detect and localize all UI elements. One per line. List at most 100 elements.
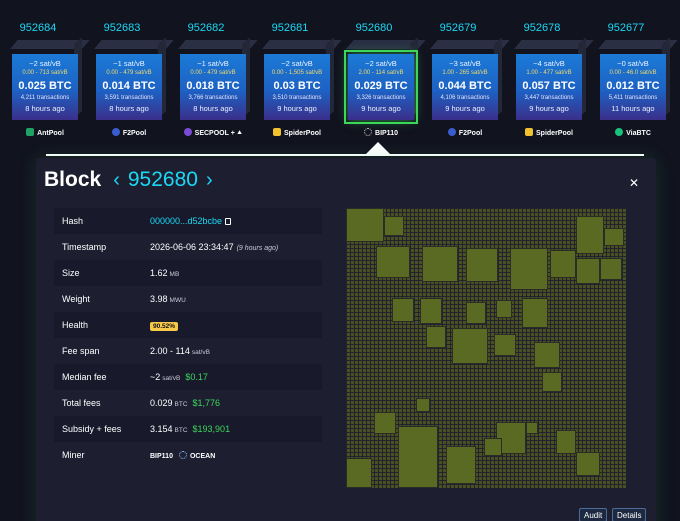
block-pool[interactable]: ViaBTC bbox=[590, 128, 676, 137]
pool-name: AntPool bbox=[37, 130, 64, 137]
block-median-fee: ~4 sat/vB bbox=[533, 59, 565, 68]
tx-tile[interactable] bbox=[576, 216, 604, 254]
block-tx-count: 5,411 transactions bbox=[608, 95, 658, 101]
block-pool[interactable]: F2Pool bbox=[422, 128, 508, 137]
block-height[interactable]: 952680 bbox=[338, 22, 410, 34]
tx-tile[interactable] bbox=[556, 430, 576, 454]
median-fee-value: ~2 bbox=[150, 372, 161, 382]
miner-pool[interactable]: OCEAN bbox=[190, 453, 215, 460]
block-median-fee: ~1 sat/vB bbox=[197, 59, 229, 68]
tx-tile[interactable] bbox=[510, 248, 548, 290]
fee-span-unit: sat/vB bbox=[191, 349, 210, 356]
block-height[interactable]: 952677 bbox=[590, 22, 662, 34]
tx-tile[interactable] bbox=[484, 438, 502, 456]
tx-tile[interactable] bbox=[576, 258, 600, 284]
copy-icon[interactable] bbox=[225, 218, 232, 225]
tx-tile[interactable] bbox=[526, 422, 538, 434]
tx-tile[interactable] bbox=[534, 342, 560, 368]
block-pool[interactable]: AntPool bbox=[2, 128, 88, 137]
pool-name: F2Pool bbox=[122, 130, 147, 137]
block-info-table: Hash 000000...d52bcbe Timestamp 2026-06-… bbox=[54, 208, 322, 468]
tx-tile[interactable] bbox=[384, 216, 404, 236]
block-time-ago: 9 hours ago bbox=[445, 104, 485, 113]
block-fee-range: 2.00 - 114 sat/vB bbox=[358, 70, 404, 76]
audit-button[interactable]: Audit bbox=[579, 508, 608, 521]
fee-span-label: Fee span bbox=[54, 338, 142, 364]
tx-tile[interactable] bbox=[346, 208, 384, 242]
pool-name: F2Pool bbox=[458, 130, 483, 137]
block-height[interactable]: 952682 bbox=[170, 22, 242, 34]
tx-tile[interactable] bbox=[416, 398, 430, 412]
close-icon[interactable]: ✕ bbox=[629, 176, 639, 190]
block-pool[interactable]: SpiderPool bbox=[254, 128, 340, 137]
block-time-ago: 8 hours ago bbox=[193, 104, 233, 113]
block-total-btc: 0.018 BTC bbox=[186, 80, 240, 92]
tx-tile[interactable] bbox=[542, 372, 562, 392]
block-cube-front[interactable]: ~0 sat/vB 0.00 - 46.0 sat/vB 0.012 BTC 5… bbox=[600, 54, 666, 120]
block-card-selected[interactable]: 952680 ~2 sat/vB 2.00 - 114 sat/vB 0.029… bbox=[338, 0, 426, 150]
tx-tile[interactable] bbox=[452, 328, 488, 364]
tx-tile[interactable] bbox=[576, 452, 600, 476]
block-cube-front[interactable]: ~4 sat/vB 1.00 - 477 sat/vB 0.057 BTC 3,… bbox=[516, 54, 582, 120]
weight-value: 3.98 bbox=[150, 294, 168, 304]
hash-link[interactable]: 000000...d52bcbe bbox=[150, 216, 222, 226]
block-card[interactable]: 952678 ~4 sat/vB 1.00 - 477 sat/vB 0.057… bbox=[506, 0, 594, 150]
tx-tile[interactable] bbox=[604, 228, 624, 246]
weight-unit: MWU bbox=[169, 297, 186, 304]
tx-tile[interactable] bbox=[522, 298, 548, 328]
block-height[interactable]: 952684 bbox=[2, 22, 74, 34]
details-button[interactable]: Details bbox=[612, 508, 647, 521]
total-fees-label: Total fees bbox=[54, 390, 142, 416]
block-total-btc: 0.044 BTC bbox=[438, 80, 492, 92]
tx-tile[interactable] bbox=[446, 446, 476, 484]
block-cube-front[interactable]: ~1 sat/vB 0.00 - 479 sat/vB 0.014 BTC 3,… bbox=[96, 54, 162, 120]
next-block-button[interactable]: › bbox=[202, 169, 217, 192]
tx-tile[interactable] bbox=[422, 246, 458, 282]
miner-tag[interactable]: BIP110 bbox=[150, 453, 173, 460]
tx-tile[interactable] bbox=[346, 458, 372, 488]
block-pool[interactable]: SECPOOL + ⯅ bbox=[170, 128, 256, 138]
block-cube-front[interactable]: ~2 sat/vB 0.00 - 713 sat/vB 0.025 BTC 4,… bbox=[12, 54, 78, 120]
block-median-fee: ~2 sat/vB bbox=[281, 59, 313, 68]
size-unit: MB bbox=[169, 271, 180, 278]
block-median-fee: ~3 sat/vB bbox=[449, 59, 481, 68]
tx-tile[interactable] bbox=[376, 246, 410, 278]
previous-block-button[interactable]: ‹ bbox=[109, 169, 124, 192]
tx-tile[interactable] bbox=[426, 326, 446, 348]
tx-tile[interactable] bbox=[466, 302, 486, 324]
tx-tile[interactable] bbox=[600, 258, 622, 280]
block-height[interactable]: 952681 bbox=[254, 22, 326, 34]
block-card[interactable]: 952682 ~1 sat/vB 0.00 - 479 sat/vB 0.018… bbox=[170, 0, 258, 150]
tx-tile[interactable] bbox=[398, 426, 438, 488]
block-card[interactable]: 952683 ~1 sat/vB 0.00 - 479 sat/vB 0.014… bbox=[86, 0, 174, 150]
block-pool[interactable]: F2Pool bbox=[86, 128, 172, 137]
tx-tile[interactable] bbox=[496, 300, 512, 318]
block-card[interactable]: 952679 ~3 sat/vB 1.00 - 265 sat/vB 0.044… bbox=[422, 0, 510, 150]
health-badge: 90.52% bbox=[150, 321, 179, 331]
block-height[interactable]: 952679 bbox=[422, 22, 494, 34]
block-card[interactable]: 952681 ~2 sat/vB 0.00 - 1,505 sat/vB 0.0… bbox=[254, 0, 342, 150]
block-cube-front[interactable]: ~2 sat/vB 0.00 - 1,505 sat/vB 0.03 BTC 3… bbox=[264, 54, 330, 120]
block-tx-count: 3,447 transactions bbox=[524, 95, 574, 101]
subsidy-usd: $193,901 bbox=[192, 424, 231, 434]
tx-tile[interactable] bbox=[374, 412, 396, 434]
block-height[interactable]: 952683 bbox=[86, 22, 158, 34]
pool-name: BIP110 bbox=[375, 130, 398, 137]
pool-name: SpiderPool bbox=[284, 130, 321, 137]
tx-tile[interactable] bbox=[494, 334, 516, 356]
block-pool[interactable]: SpiderPool bbox=[506, 128, 592, 137]
tx-tile[interactable] bbox=[550, 250, 576, 278]
block-fee-range: 0.00 - 713 sat/vB bbox=[22, 70, 68, 76]
tx-tile[interactable] bbox=[420, 298, 442, 324]
block-card[interactable]: 952677 ~0 sat/vB 0.00 - 46.0 sat/vB 0.01… bbox=[590, 0, 678, 150]
block-pool[interactable]: BIP110 bbox=[338, 128, 424, 137]
tx-tile[interactable] bbox=[466, 248, 498, 282]
block-tx-count: 3,591 transactions bbox=[104, 95, 154, 101]
tx-tile[interactable] bbox=[392, 298, 414, 322]
block-transactions-treemap[interactable] bbox=[346, 208, 626, 488]
block-height[interactable]: 952678 bbox=[506, 22, 578, 34]
block-cube-front[interactable]: ~3 sat/vB 1.00 - 265 sat/vB 0.044 BTC 4,… bbox=[432, 54, 498, 120]
block-cube-front[interactable]: ~1 sat/vB 0.00 - 479 sat/vB 0.018 BTC 3,… bbox=[180, 54, 246, 120]
block-cube-front[interactable]: ~2 sat/vB 2.00 - 114 sat/vB 0.029 BTC 3,… bbox=[344, 50, 418, 124]
block-card[interactable]: 952684 ~2 sat/vB 0.00 - 713 sat/vB 0.025… bbox=[2, 0, 90, 150]
